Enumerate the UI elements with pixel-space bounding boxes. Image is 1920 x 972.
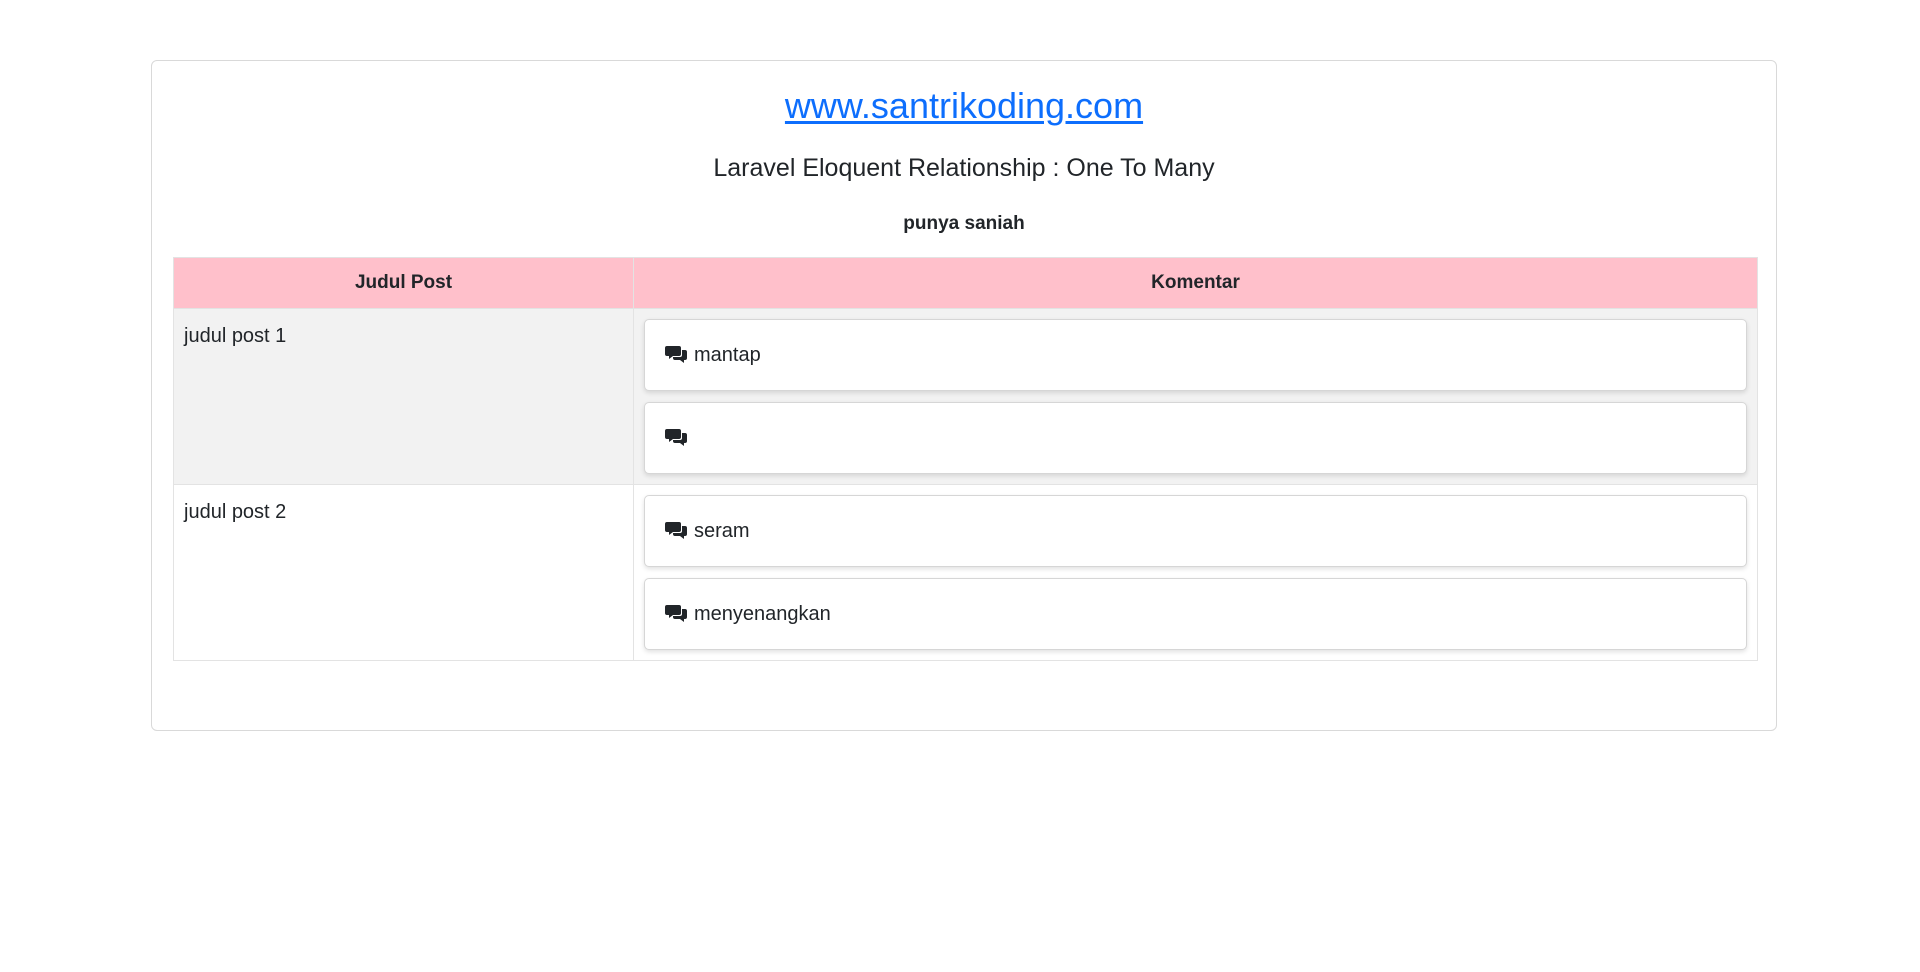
comment-item: menyenangkan bbox=[644, 578, 1747, 650]
posts-table: Judul Post Komentar judul post 1 mantap bbox=[173, 257, 1758, 661]
comments-icon bbox=[665, 520, 689, 540]
comment-text: mantap bbox=[694, 343, 761, 366]
table-header: Judul Post Komentar bbox=[173, 257, 1758, 309]
column-header-judul-post: Judul Post bbox=[173, 257, 634, 309]
page-subtitle: punya saniah bbox=[903, 213, 1025, 234]
site-link[interactable]: www.santrikoding.com bbox=[173, 84, 1755, 128]
table-header-row: Judul Post Komentar bbox=[173, 257, 1758, 309]
comments-cell: mantap bbox=[633, 308, 1758, 485]
comments-icon bbox=[665, 427, 689, 447]
comment-text: menyenangkan bbox=[694, 602, 831, 625]
post-title-cell: judul post 2 bbox=[173, 484, 634, 661]
page-title: Laravel Eloquent Relationship : One To M… bbox=[713, 154, 1215, 182]
table-row: judul post 2 seram menyenangkan bbox=[173, 484, 1758, 661]
comments-icon bbox=[665, 603, 689, 623]
comment-text: seram bbox=[694, 519, 750, 542]
post-title-cell: judul post 1 bbox=[173, 308, 634, 485]
comments-icon bbox=[665, 344, 689, 364]
column-header-komentar: Komentar bbox=[633, 257, 1758, 309]
main-card: www.santrikoding.com Laravel Eloquent Re… bbox=[151, 60, 1777, 731]
card-body: www.santrikoding.com Laravel Eloquent Re… bbox=[152, 61, 1776, 681]
comment-item: seram bbox=[644, 495, 1747, 567]
comments-cell: seram menyenangkan bbox=[633, 484, 1758, 661]
comment-item bbox=[644, 402, 1747, 474]
table-row: judul post 1 mantap bbox=[173, 308, 1758, 485]
table-body: judul post 1 mantap judul post 2 seram m… bbox=[173, 308, 1758, 661]
comment-item: mantap bbox=[644, 319, 1747, 391]
